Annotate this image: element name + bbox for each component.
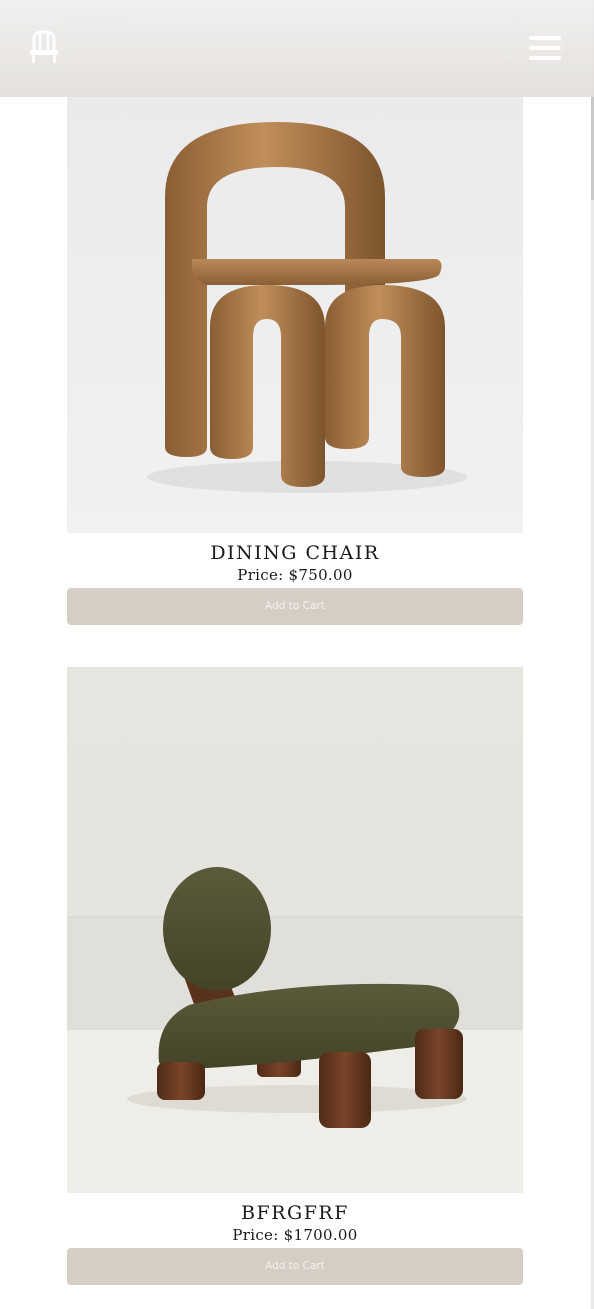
site-header [0, 0, 594, 97]
hamburger-menu-icon[interactable] [529, 36, 561, 60]
add-to-cart-button[interactable]: Add to Cart [67, 588, 523, 625]
product-name: DINING CHAIR [210, 542, 380, 564]
page: DINING CHAIR Price: $750.00 Add to Cart [0, 0, 594, 1309]
product-name: BFRGFRF [241, 1202, 349, 1224]
product-image-lounge-chair[interactable] [67, 667, 523, 1193]
product-price: Price: $1700.00 [232, 1226, 358, 1244]
chair-logo-icon[interactable] [28, 30, 60, 64]
product-price: Price: $750.00 [237, 566, 353, 584]
add-to-cart-button[interactable]: Add to Cart [67, 1248, 523, 1285]
product-card: BFRGFRF Price: $1700.00 Add to Cart [67, 667, 523, 1285]
product-card: DINING CHAIR Price: $750.00 Add to Cart [67, 7, 523, 625]
